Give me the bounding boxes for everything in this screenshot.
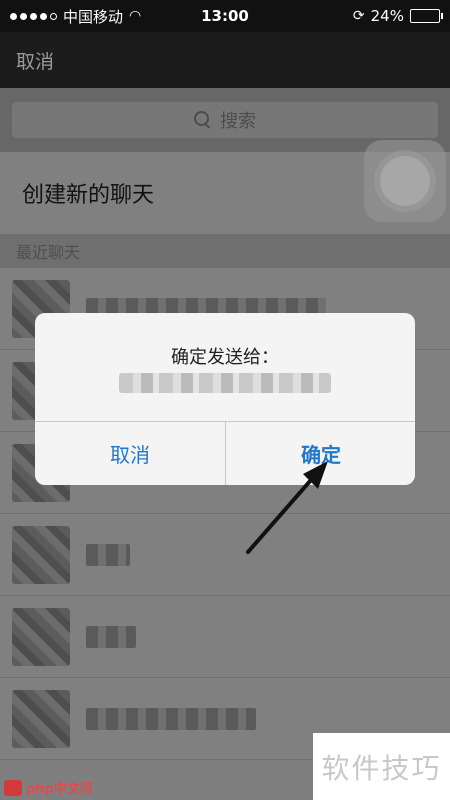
- watermark-logo: php中文网: [4, 778, 93, 797]
- search-placeholder: 搜索: [220, 111, 256, 132]
- contact-name-blurred: [86, 707, 256, 730]
- php-logo-icon: [4, 779, 22, 796]
- cancel-button[interactable]: 取消: [16, 47, 54, 74]
- search-icon: [194, 111, 212, 129]
- status-bar: 中国移动 ◠ 13:00 ⟳ 24%: [0, 0, 450, 32]
- wifi-icon: ◠: [129, 8, 142, 24]
- contact-name-blurred: [86, 543, 130, 566]
- create-new-chat-label: 创建新的聊天: [22, 183, 155, 208]
- battery-percent: 24%: [370, 7, 404, 25]
- watermark-text: 软件技巧: [321, 751, 442, 785]
- battery-icon: [409, 9, 443, 23]
- watermark-box: 软件技巧: [313, 733, 450, 800]
- assistive-touch-icon: [380, 156, 430, 206]
- avatar: [12, 607, 70, 666]
- confirm-send-dialog: 确定发送给： 取消 确定: [35, 313, 415, 485]
- avatar: [12, 525, 70, 584]
- list-item[interactable]: [0, 596, 450, 678]
- watermark-text: php中文网: [26, 782, 93, 797]
- nav-bar: 取消: [0, 32, 450, 88]
- dialog-confirm-button[interactable]: 确定: [226, 422, 415, 485]
- list-item[interactable]: [0, 514, 450, 596]
- dialog-title: 确定发送给：: [171, 347, 279, 368]
- carrier-name: 中国移动: [63, 7, 124, 26]
- recipient-name-blurred: [119, 373, 331, 393]
- rotation-lock-icon: ⟳: [352, 8, 365, 24]
- search-input[interactable]: 搜索: [12, 102, 438, 138]
- contact-name-blurred: [86, 625, 136, 648]
- assistive-touch-button[interactable]: [364, 140, 446, 222]
- recent-chats-header: 最近聊天: [0, 234, 450, 268]
- clock: 13:00: [201, 7, 249, 25]
- dialog-cancel-button[interactable]: 取消: [35, 422, 225, 485]
- avatar: [12, 689, 70, 748]
- signal-strength-icon: [10, 12, 57, 20]
